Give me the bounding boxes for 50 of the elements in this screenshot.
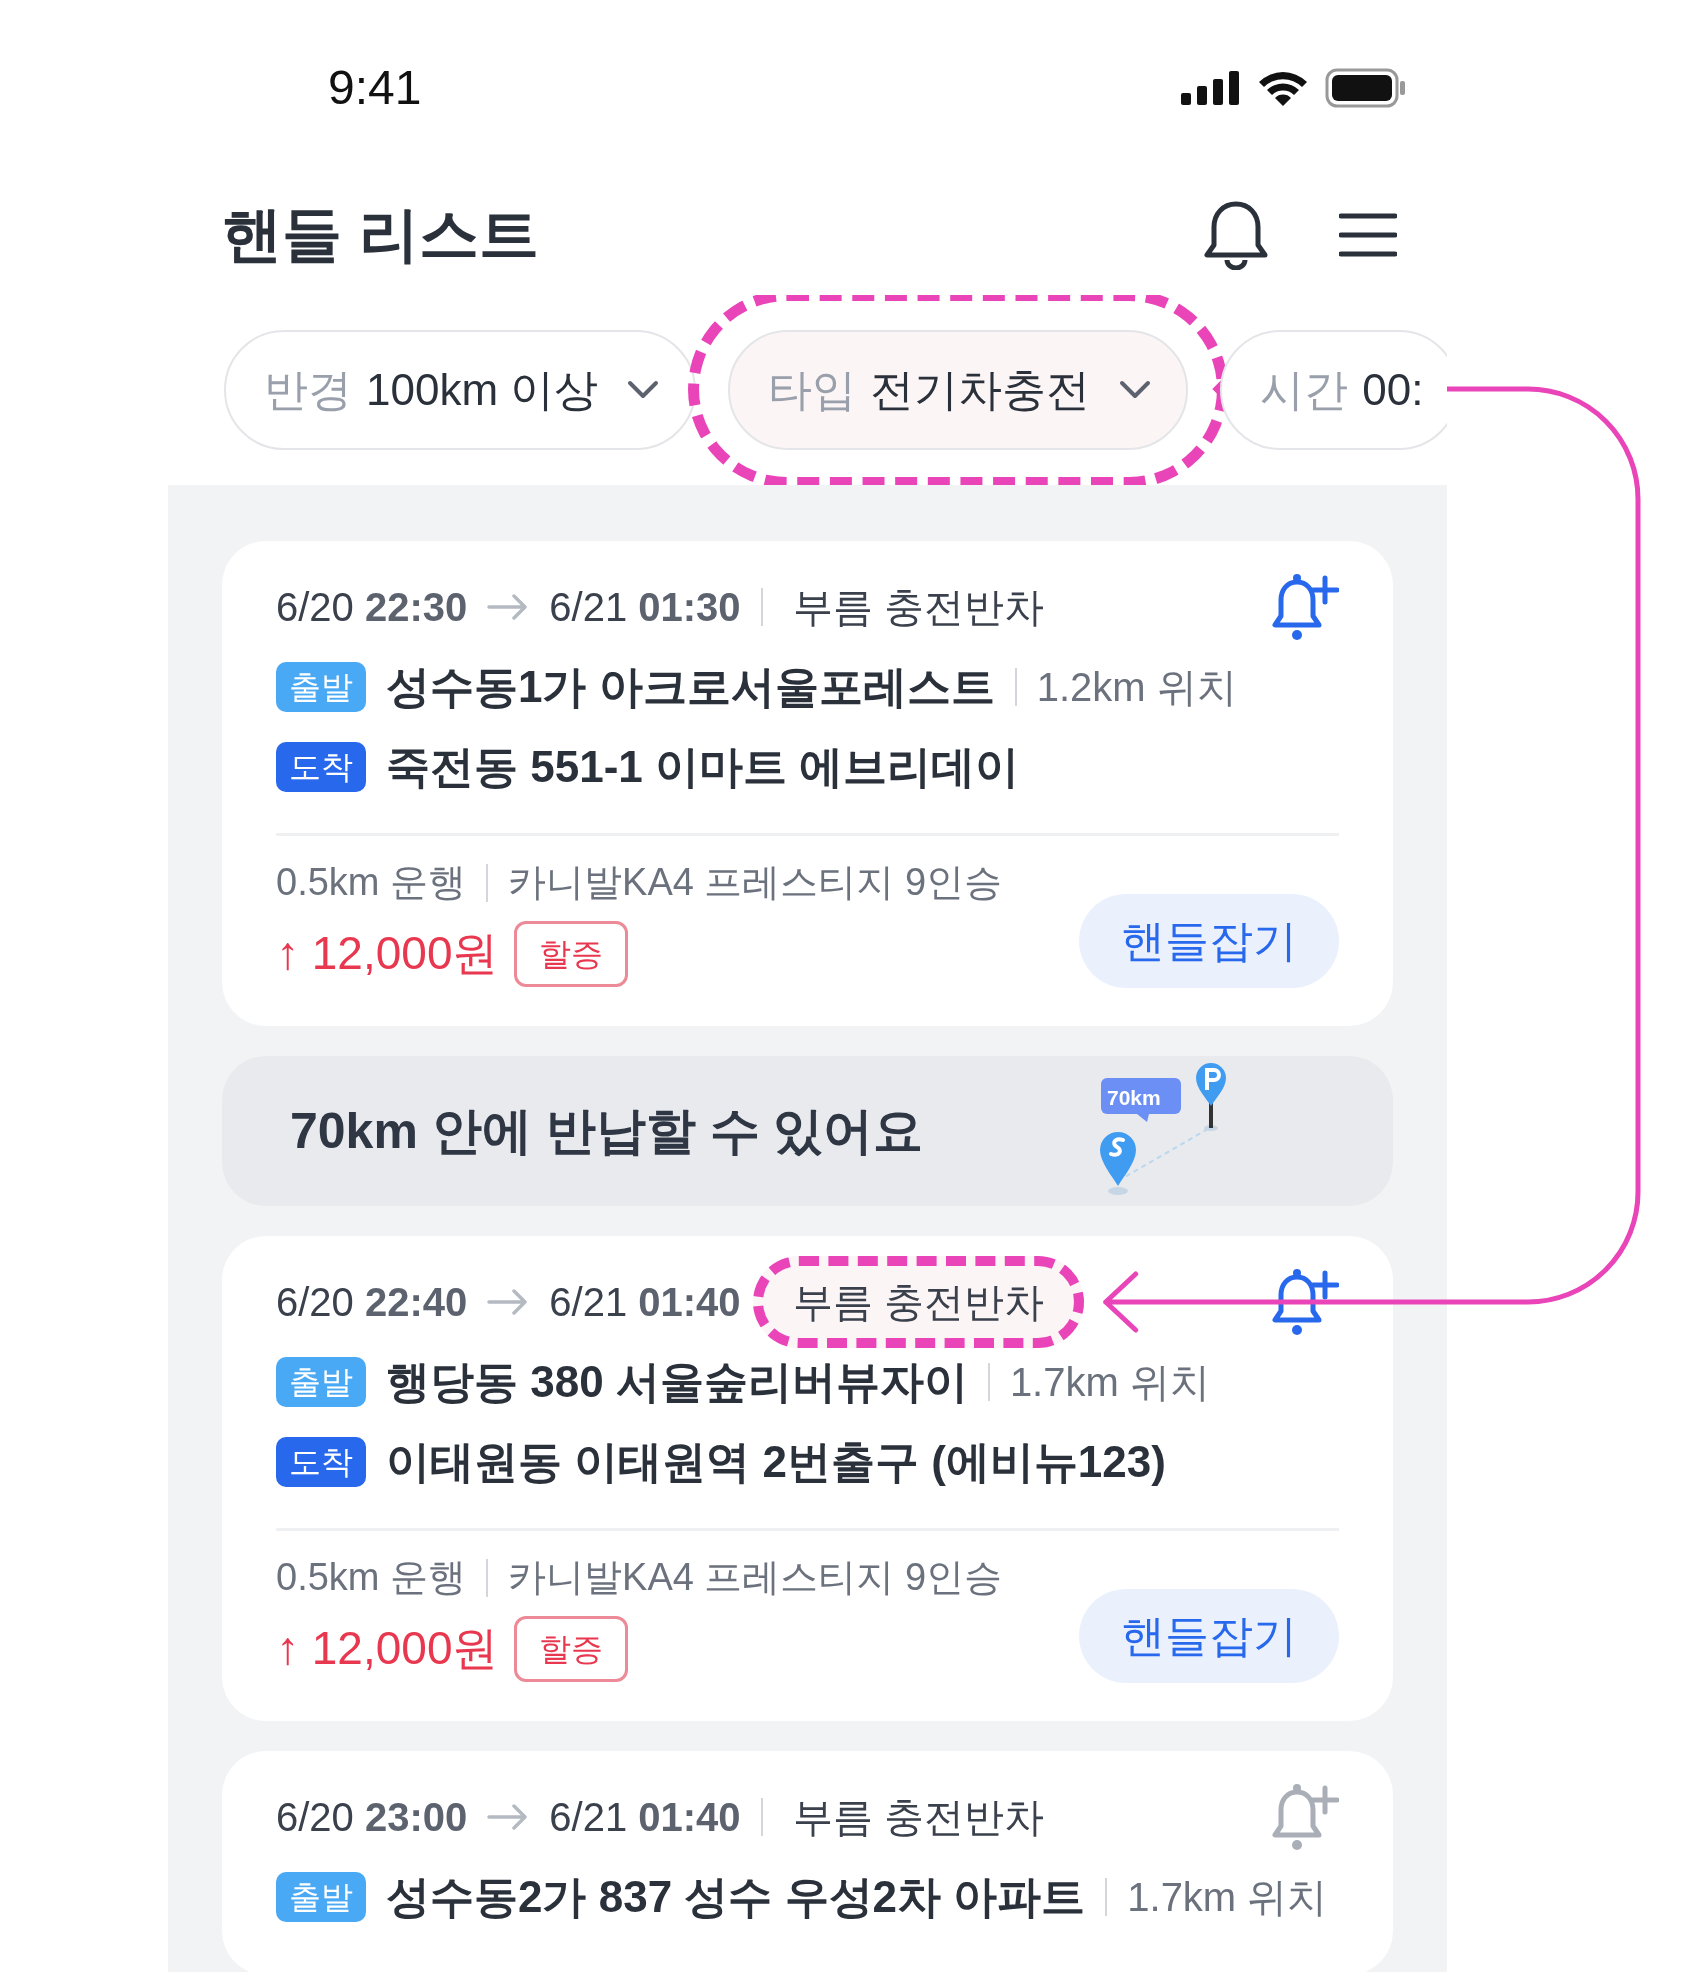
- banner-text: 70km 안에 반납할 수 있어요: [290, 1101, 924, 1161]
- filter-chip[interactable]: 시간 00:: [1220, 330, 1447, 450]
- distance-label: 70km: [1107, 1085, 1161, 1111]
- price: ↑ 12,000원: [276, 926, 499, 981]
- surcharge-tag: 할증: [514, 1615, 629, 1682]
- drive-distance: 0.5km 운행: [276, 860, 467, 905]
- arrival-time: 6/21 01:30: [549, 584, 741, 631]
- bell-plus-icon[interactable]: [1269, 572, 1339, 642]
- departure-time: 6/20 23:00: [276, 1794, 468, 1841]
- bell-plus-icon[interactable]: [1269, 1267, 1339, 1337]
- arrival-time: 6/21 01:40: [549, 1279, 741, 1326]
- price: ↑ 12,000원: [276, 1621, 499, 1676]
- route-tag: 도착: [276, 741, 366, 793]
- distance: 1.2km 위치: [1036, 664, 1237, 711]
- route-tag: 출발: [276, 1356, 366, 1408]
- status-time: 9:41: [328, 59, 422, 116]
- grab-button[interactable]: 핸들잡기: [1079, 894, 1339, 988]
- trip-type: 부름 충전반차: [791, 584, 1045, 631]
- trip-type: 부름 충전반차: [791, 1794, 1045, 1841]
- address: 죽전동 551-1 이마트 에브리데이: [386, 741, 1020, 793]
- vehicle-name: 카니발KA4 프레스티지 9인승: [508, 1555, 1003, 1600]
- right-arrow-icon: [487, 1289, 530, 1315]
- vehicle-name: 카니발KA4 프레스티지 9인승: [508, 860, 1003, 905]
- surcharge-tag: 할증: [514, 920, 629, 987]
- signal-icon: [1181, 70, 1241, 105]
- grab-button[interactable]: 핸들잡기: [1079, 1589, 1339, 1683]
- route-tag: 출발: [276, 1871, 366, 1923]
- distance: 1.7km 위치: [1009, 1359, 1210, 1406]
- distance: 1.7km 위치: [1127, 1874, 1328, 1921]
- departure-time: 6/20 22:40: [276, 1279, 468, 1326]
- address: 성수동1가 아크로서울포레스트: [386, 661, 995, 713]
- chevron-down-icon: [1118, 379, 1153, 401]
- right-arrow-icon: [487, 1804, 530, 1830]
- menu-icon[interactable]: [1339, 213, 1397, 257]
- battery-icon: [1325, 67, 1407, 108]
- arrival-time: 6/21 01:40: [549, 1794, 741, 1841]
- route-tag: 출발: [276, 661, 366, 713]
- bell-icon[interactable]: [1203, 200, 1269, 270]
- drive-distance: 0.5km 운행: [276, 1555, 467, 1600]
- right-arrow-icon: [487, 594, 530, 620]
- trip-type: 부름 충전반차: [752, 1256, 1084, 1348]
- filter-chip[interactable]: 반경 100km 이상: [224, 330, 697, 450]
- departure-time: 6/20 22:30: [276, 584, 468, 631]
- address: 행당동 380 서울숲리버뷰자이: [386, 1356, 968, 1408]
- route-tag: 도착: [276, 1436, 366, 1488]
- address: 성수동2가 837 성수 우성2차 아파트: [386, 1871, 1086, 1923]
- chevron-down-icon: [626, 379, 661, 401]
- address: 이태원동 이태원역 2번출구 (에비뉴123): [386, 1436, 1166, 1488]
- filter-chip[interactable]: 타입 전기차충전: [728, 330, 1189, 450]
- page-title: 핸들 리스트: [222, 200, 539, 270]
